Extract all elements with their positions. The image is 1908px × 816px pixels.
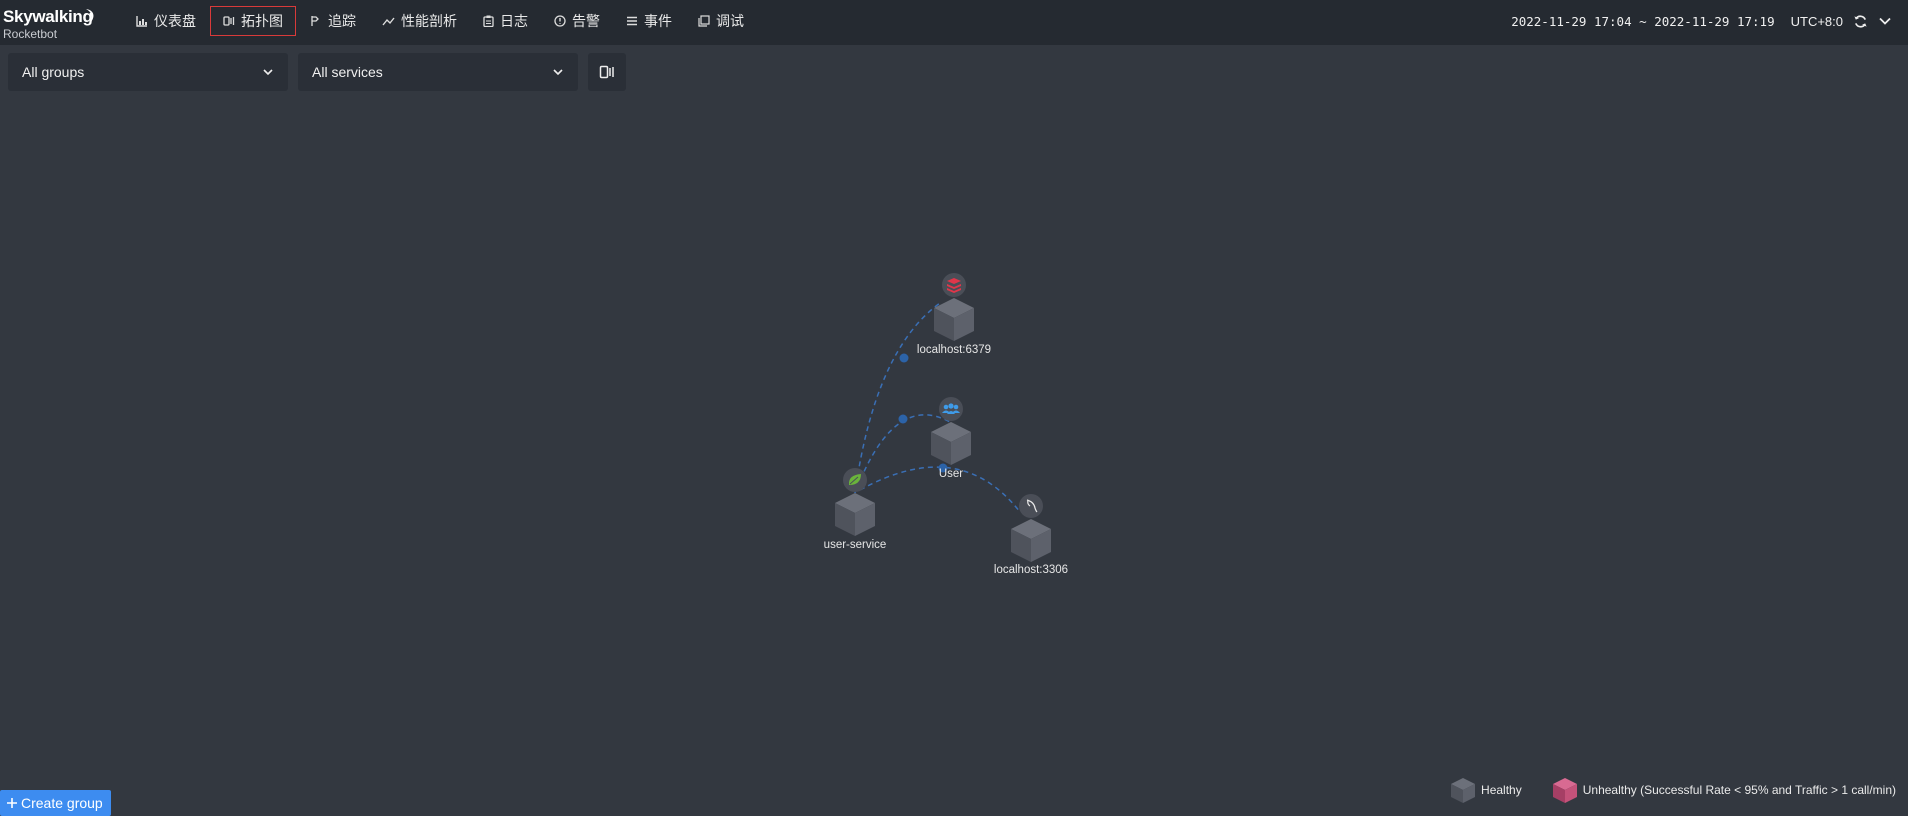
node-label: localhost:6379 xyxy=(917,344,991,356)
legend-unhealthy-label: Unhealthy (Successful Rate < 95% and Tra… xyxy=(1582,783,1896,797)
users-icon xyxy=(939,397,963,421)
healthy-cube-icon xyxy=(1451,778,1476,803)
node-user-service[interactable]: user-service xyxy=(824,468,887,551)
health-legend: Healthy Unhealthy (Successful Rate < 95%… xyxy=(1420,776,1896,804)
topology-links xyxy=(854,302,1021,513)
create-group-label: Create group xyxy=(21,795,103,811)
create-group-button[interactable]: Create group xyxy=(0,790,111,816)
topology-graph[interactable]: localhost:6379 User user-service localho… xyxy=(0,0,1908,816)
node-localhost-3306[interactable]: localhost:3306 xyxy=(994,494,1068,576)
legend-unhealthy: Unhealthy (Successful Rate < 95% and Tra… xyxy=(1552,776,1896,804)
link-user-service-to-redis[interactable] xyxy=(854,302,941,494)
link-dot[interactable] xyxy=(899,353,909,363)
unhealthy-cube-icon xyxy=(1552,778,1577,803)
node-label: user-service xyxy=(824,539,887,551)
legend-healthy: Healthy xyxy=(1450,776,1522,804)
mysql-dolphin-icon xyxy=(1019,494,1043,518)
plus-icon xyxy=(7,798,17,808)
node-label: localhost:3306 xyxy=(994,564,1068,576)
node-localhost-6379[interactable]: localhost:6379 xyxy=(917,273,991,356)
redis-icon xyxy=(942,273,966,297)
link-dot[interactable] xyxy=(898,414,908,424)
legend-healthy-label: Healthy xyxy=(1481,783,1522,797)
node-label: User xyxy=(939,468,963,480)
